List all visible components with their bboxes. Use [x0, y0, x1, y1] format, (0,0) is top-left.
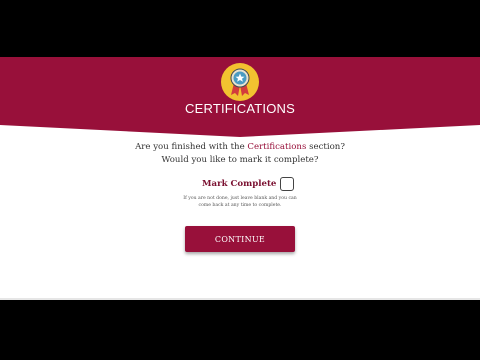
mark-complete-label[interactable]: Mark Complete	[202, 179, 276, 189]
question-line-1-end: section?	[306, 142, 345, 152]
question-line-1: Are you finished with the Certifications…	[0, 141, 480, 154]
question-line-1-start: Are you finished with the	[135, 142, 248, 152]
section-name-highlight: Certifications	[247, 142, 307, 152]
section-title: CERTIFICATIONS	[185, 101, 295, 116]
question-line-2: Would you like to mark it complete?	[161, 155, 319, 165]
lesson-screen: CERTIFICATIONS Are you finished with the…	[0, 57, 480, 300]
hint-text: If you are not done, just leave blank an…	[180, 196, 300, 209]
mark-complete-row[interactable]: Mark Complete	[202, 176, 295, 191]
hint-line-1: If you are not done, just leave blank an…	[183, 196, 297, 201]
hint-line-2: come back at any time to complete.	[198, 202, 282, 208]
mark-complete-checkbox[interactable]	[280, 176, 295, 191]
continue-button[interactable]: CONTINUE	[185, 226, 295, 252]
bottom-divider	[0, 298, 480, 300]
section-banner: CERTIFICATIONS	[0, 57, 480, 137]
completion-question: Are you finished with the Certifications…	[0, 141, 480, 167]
award-ribbon-icon	[220, 62, 260, 102]
